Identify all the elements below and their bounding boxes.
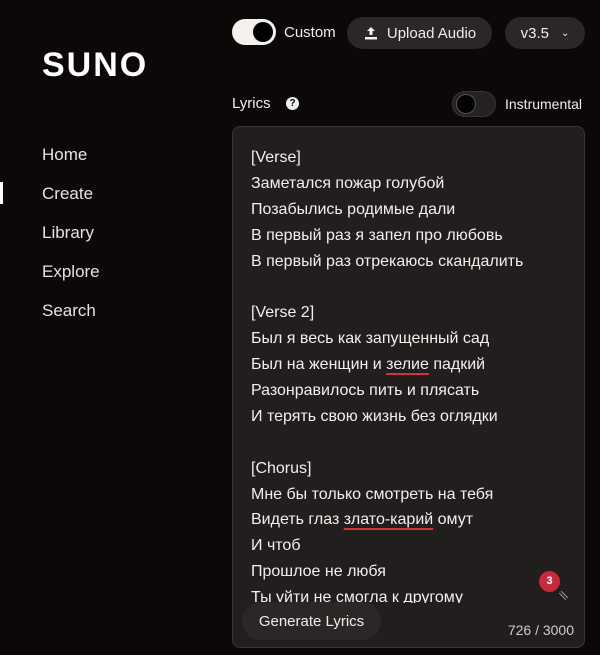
suno-logo: SUNO — [42, 46, 149, 84]
lyrics-line: В первый раз отрекаюсь скандалить — [251, 249, 566, 275]
line-text: В первый раз я запел про любовь — [251, 226, 503, 244]
upload-audio-button[interactable]: Upload Audio — [347, 17, 492, 49]
lyrics-line: Был на женщин и зелие падкий — [251, 352, 566, 378]
instrumental-toggle[interactable] — [452, 91, 496, 117]
line-text: Позабылись родимые дали — [251, 200, 456, 218]
line-text: [Verse 2] — [251, 304, 315, 322]
active-indicator — [0, 182, 3, 204]
lyrics-label: Lyrics — [232, 95, 271, 112]
lyrics-line: Разонравилось пить и плясать — [251, 378, 566, 404]
lyrics-line: Позабылись родимые дали — [251, 197, 566, 223]
lyrics-line — [251, 274, 566, 300]
misspelled-word: злато-карий — [343, 511, 434, 529]
line-text: Был я весь как запущенный сад — [251, 330, 490, 348]
line-text: падкий — [428, 356, 486, 374]
line-text: [Verse] — [251, 149, 301, 166]
sidebar-item-home[interactable]: Home — [42, 144, 100, 183]
lyrics-line: И чтоб — [251, 533, 566, 559]
sidebar-item-explore[interactable]: Explore — [42, 261, 100, 300]
lyrics-line: Мне бы только смотреть на тебя — [251, 482, 566, 508]
generate-lyrics-button[interactable]: Generate Lyrics — [242, 602, 381, 640]
line-text: омут — [433, 511, 474, 529]
lyrics-line: И терять свою жизнь без оглядки — [251, 404, 566, 430]
sidebar-item-library[interactable]: Library — [42, 222, 100, 261]
line-text: Ты уйти не смогла к другому — [251, 589, 463, 603]
line-text: И чтоб — [251, 537, 301, 555]
sidebar-item-create[interactable]: Create — [42, 183, 100, 222]
custom-toggle[interactable] — [232, 19, 276, 45]
lyrics-line: В первый раз я запел про любовь — [251, 223, 566, 249]
lyrics-line: Ты уйти не смогла к другому — [251, 585, 566, 603]
upload-icon — [364, 27, 377, 40]
lyrics-line: [Chorus] — [251, 456, 566, 482]
line-text: И терять свою жизнь без оглядки — [251, 407, 498, 425]
lyrics-line: Прошлое не любя — [251, 559, 566, 585]
lyrics-line: Был я весь как запущенный сад — [251, 326, 566, 352]
upload-audio-label: Upload Audio — [386, 24, 477, 42]
lyrics-line — [251, 430, 566, 456]
sidebar-item-search[interactable]: Search — [42, 300, 100, 339]
line-text: Прошлое не любя — [251, 563, 386, 581]
line-text: Был на женщин и — [251, 356, 387, 374]
version-select[interactable]: v3.5 ⌄ — [505, 17, 585, 49]
lyrics-line: Видеть глаз злато-карий омут — [251, 507, 566, 533]
instrumental-label: Instrumental — [505, 96, 583, 112]
line-text: Заметался пожар голубой — [251, 174, 445, 192]
lyrics-textarea[interactable]: [Verse] Заметался пожар голубой Позабылись… — [232, 126, 585, 648]
sidebar-nav: Home Create Library Explore Search — [42, 144, 100, 339]
line-text: [Chorus] — [251, 459, 312, 477]
lyrics-text[interactable]: [Verse] Заметался пожар голубой Позабылись… — [251, 145, 566, 603]
chevron-down-icon: ⌄ — [560, 27, 570, 39]
spellcheck-badge[interactable]: 3 — [539, 571, 560, 592]
lyrics-line: [Verse 2] — [251, 300, 566, 326]
help-icon[interactable]: ? — [286, 97, 299, 110]
lyrics-line: [Verse] — [251, 145, 566, 171]
lyrics-line: Заметался пожар голубой — [251, 171, 566, 197]
character-count: 726 / 3000 — [507, 622, 574, 638]
line-text: В первый раз отрекаюсь скандалить — [251, 252, 524, 270]
line-text: Видеть глаз — [251, 511, 344, 529]
line-text: Разонравилось пить и плясать — [251, 382, 480, 400]
custom-label: Custom — [284, 24, 336, 41]
misspelled-word: зелие — [386, 356, 429, 374]
version-value: v3.5 — [520, 24, 549, 42]
line-text: Мне бы только смотреть на тебя — [251, 485, 494, 503]
